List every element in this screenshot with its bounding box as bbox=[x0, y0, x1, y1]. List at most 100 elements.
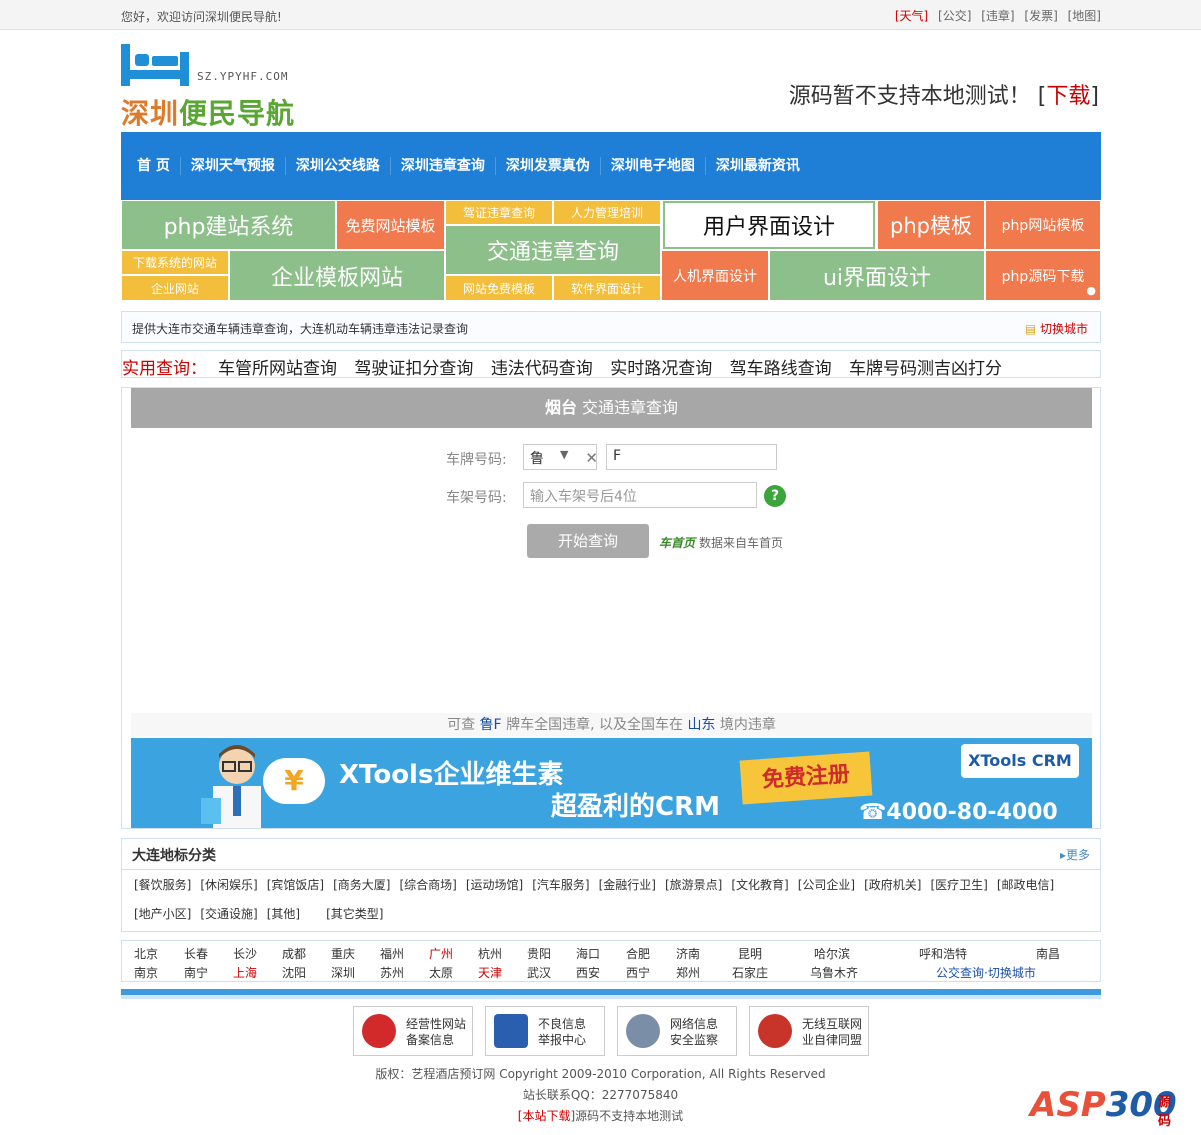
source-logo[interactable]: 车首页 bbox=[659, 536, 695, 550]
quick-link-dmv[interactable]: 车管所网站查询 bbox=[218, 359, 337, 379]
city-link[interactable]: 昆明 bbox=[738, 945, 762, 962]
city-link[interactable]: 武汉 bbox=[527, 964, 551, 981]
city-link[interactable]: 沈阳 bbox=[282, 964, 306, 981]
nav-item-violation[interactable]: 深圳违章查询 bbox=[391, 157, 496, 175]
city-link[interactable]: 福州 bbox=[380, 945, 404, 962]
more-link[interactable]: ▸更多 bbox=[1060, 846, 1090, 863]
frame-number-input[interactable]: 输入车架号后4位 bbox=[523, 482, 757, 508]
tile-php-template[interactable]: php模板 bbox=[877, 200, 985, 250]
city-link[interactable]: 石家庄 bbox=[732, 964, 768, 981]
tile-ui-interface[interactable]: ui界面设计 bbox=[769, 250, 985, 301]
landmark-link[interactable]: [交通设施] bbox=[200, 907, 257, 921]
nav-item-invoice[interactable]: 深圳发票真伪 bbox=[496, 157, 601, 175]
province-select[interactable]: 鲁 ▼ ✕ bbox=[523, 444, 598, 470]
landmark-link[interactable]: [休闲娱乐] bbox=[200, 878, 257, 892]
city-link[interactable]: 哈尔滨 bbox=[814, 945, 850, 962]
city-link[interactable]: 南宁 bbox=[184, 964, 208, 981]
city-link[interactable]: 西宁 bbox=[626, 964, 650, 981]
bus-switch-city-link[interactable]: 公交查询·切换城市 bbox=[936, 964, 1036, 981]
tile-enterprise-templates[interactable]: 企业模板网站 bbox=[229, 250, 445, 301]
tile-license-violation[interactable]: 驾证违章查询 bbox=[445, 200, 553, 225]
badge-icp[interactable]: 经营性网站 备案信息 bbox=[353, 1006, 473, 1056]
tile-php-cms[interactable]: php建站系统 bbox=[121, 200, 336, 250]
download-link[interactable]: 下载 bbox=[1046, 84, 1090, 109]
plate-prefix-link[interactable]: 鲁F bbox=[480, 717, 502, 733]
nav-item-home[interactable]: 首 页 bbox=[127, 157, 181, 175]
quick-link-route[interactable]: 驾车路线查询 bbox=[730, 359, 832, 379]
landmark-link[interactable]: [旅游景点] bbox=[665, 878, 722, 892]
city-link[interactable]: 呼和浩特 bbox=[919, 945, 967, 962]
site-download-link[interactable]: 本站下载 bbox=[522, 1109, 570, 1123]
city-link[interactable]: 上海 bbox=[233, 964, 257, 981]
top-link-weather[interactable]: [天气] bbox=[895, 9, 928, 23]
quick-link-plate-luck[interactable]: 车牌号码测吉凶打分 bbox=[849, 359, 1002, 379]
landmark-link[interactable]: [其他] bbox=[267, 907, 300, 921]
landmark-link[interactable]: [政府机关] bbox=[864, 878, 921, 892]
switch-city-link[interactable]: ▤ 切换城市 bbox=[1025, 320, 1088, 337]
quick-link-traffic[interactable]: 实时路况查询 bbox=[610, 359, 712, 379]
quick-link-points[interactable]: 驾驶证扣分查询 bbox=[354, 359, 473, 379]
city-link[interactable]: 乌鲁木齐 bbox=[810, 964, 858, 981]
tile-download-system[interactable]: 下载系统的网站 bbox=[121, 250, 229, 275]
city-link[interactable]: 贵阳 bbox=[527, 945, 551, 962]
landmark-link[interactable]: [医疗卫生] bbox=[931, 878, 988, 892]
nav-item-map[interactable]: 深圳电子地图 bbox=[601, 157, 706, 175]
city-link[interactable]: 苏州 bbox=[380, 964, 404, 981]
top-link-violation[interactable]: [违章] bbox=[981, 9, 1014, 23]
landmark-link[interactable]: [文化教育] bbox=[731, 878, 788, 892]
tile-software-ui[interactable]: 软件界面设计 bbox=[553, 275, 661, 301]
badge-wireless[interactable]: 无线互联网 业自律同盟 bbox=[749, 1006, 869, 1056]
top-link-bus[interactable]: [公交] bbox=[938, 9, 971, 23]
landmark-link[interactable]: [餐饮服务] bbox=[134, 878, 191, 892]
city-link[interactable]: 海口 bbox=[576, 945, 600, 962]
free-register-button[interactable]: 免费注册 bbox=[739, 751, 873, 805]
landmark-link[interactable]: [商务大厦] bbox=[333, 878, 390, 892]
city-link[interactable]: 济南 bbox=[676, 945, 700, 962]
landmark-link[interactable]: [宾馆饭店] bbox=[267, 878, 324, 892]
tile-free-templates[interactable]: 免费网站模板 bbox=[336, 200, 445, 250]
tile-php-source-download[interactable]: php源码下载 ● bbox=[985, 250, 1101, 301]
city-link[interactable]: 西安 bbox=[576, 964, 600, 981]
crm-ad-banner[interactable]: ¥ XTools企业维生素 超盈利的CRM 免费注册 XTools CRM ☎4… bbox=[131, 738, 1092, 828]
help-icon[interactable]: ? bbox=[764, 485, 786, 507]
city-link[interactable]: 郑州 bbox=[676, 964, 700, 981]
city-link[interactable]: 深圳 bbox=[331, 964, 355, 981]
region-link[interactable]: 山东 bbox=[687, 717, 715, 733]
plate-number-input[interactable]: F bbox=[606, 444, 777, 470]
tile-hr-training[interactable]: 人力管理培训 bbox=[553, 200, 661, 225]
clear-icon[interactable]: ✕ bbox=[585, 449, 598, 467]
tile-php-site-template[interactable]: php网站模板 bbox=[985, 200, 1101, 250]
city-link[interactable]: 成都 bbox=[282, 945, 306, 962]
nav-item-bus[interactable]: 深圳公交线路 bbox=[286, 157, 391, 175]
badge-security[interactable]: 网络信息 安全监察 bbox=[617, 1006, 737, 1056]
city-link[interactable]: 杭州 bbox=[478, 945, 502, 962]
quick-link-codes[interactable]: 违法代码查询 bbox=[491, 359, 593, 379]
site-logo[interactable]: SZ.YPYHF.COM 深圳便民导航 bbox=[121, 42, 301, 130]
city-link[interactable]: 长沙 bbox=[233, 945, 257, 962]
landmark-link[interactable]: [汽车服务] bbox=[532, 878, 589, 892]
city-link[interactable]: 广州 bbox=[429, 945, 453, 962]
landmark-link[interactable]: [其它类型] bbox=[326, 907, 383, 921]
landmark-link[interactable]: [运动场馆] bbox=[466, 878, 523, 892]
tile-ui-design[interactable]: 用户界面设计 bbox=[663, 201, 875, 249]
nav-item-weather[interactable]: 深圳天气预报 bbox=[181, 157, 286, 175]
landmark-link[interactable]: [地产小区] bbox=[134, 907, 191, 921]
city-link[interactable]: 太原 bbox=[429, 964, 453, 981]
tile-site-free-templates[interactable]: 网站免费模板 bbox=[445, 275, 553, 301]
city-link[interactable]: 长春 bbox=[184, 945, 208, 962]
landmark-link[interactable]: [金融行业] bbox=[599, 878, 656, 892]
city-link[interactable]: 合肥 bbox=[626, 945, 650, 962]
landmark-link[interactable]: [邮政电信] bbox=[997, 878, 1054, 892]
top-link-invoice[interactable]: [发票] bbox=[1024, 9, 1057, 23]
badge-report[interactable]: 不良信息 举报中心 bbox=[485, 1006, 605, 1056]
city-link[interactable]: 南昌 bbox=[1036, 945, 1060, 962]
top-link-map[interactable]: [地图] bbox=[1068, 9, 1101, 23]
start-query-button[interactable]: 开始查询 bbox=[527, 524, 649, 558]
tile-traffic-violation[interactable]: 交通违章查询 bbox=[445, 225, 661, 275]
city-link[interactable]: 南京 bbox=[134, 964, 158, 981]
nav-item-news[interactable]: 深圳最新资讯 bbox=[706, 157, 810, 175]
city-link[interactable]: 天津 bbox=[478, 964, 502, 981]
landmark-link[interactable]: [综合商场] bbox=[400, 878, 457, 892]
tile-hci-design[interactable]: 人机界面设计 bbox=[661, 250, 769, 301]
city-link[interactable]: 重庆 bbox=[331, 945, 355, 962]
